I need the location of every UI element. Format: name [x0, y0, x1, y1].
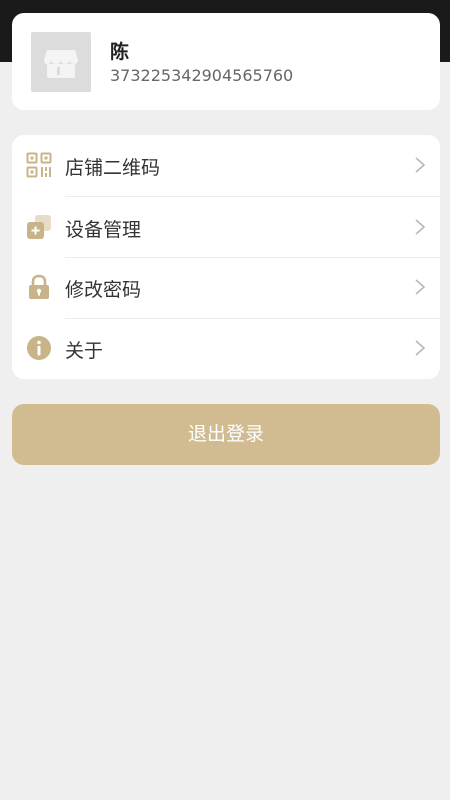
profile-id: 373225342904565760	[110, 66, 294, 85]
menu-item-label: 店铺二维码	[65, 157, 161, 179]
lock-icon	[29, 274, 49, 299]
menu-item-label: 关于	[65, 340, 104, 362]
profile-name: 陈	[110, 41, 130, 63]
menu-list: 店铺二维码 设备管理 修改密码 关于	[12, 135, 440, 379]
avatar	[31, 32, 91, 92]
menu-item-label: 设备管理	[65, 219, 142, 241]
qr-code-icon	[26, 152, 52, 178]
menu-item-about[interactable]: 关于	[12, 318, 440, 379]
info-icon	[27, 336, 51, 360]
device-manage-icon	[27, 215, 51, 239]
chevron-right-icon	[415, 219, 426, 235]
profile-card: 陈 373225342904565760	[12, 13, 440, 110]
chevron-right-icon	[415, 157, 426, 173]
chevron-right-icon	[415, 279, 426, 295]
logout-button[interactable]: 退出登录	[12, 404, 440, 465]
menu-item-label: 修改密码	[65, 279, 142, 301]
menu-item-change-password[interactable]: 修改密码	[12, 257, 440, 318]
menu-item-device-management[interactable]: 设备管理	[12, 197, 440, 258]
chevron-right-icon	[415, 340, 426, 356]
menu-item-store-qr-code[interactable]: 店铺二维码	[12, 135, 440, 196]
store-icon	[44, 50, 78, 78]
